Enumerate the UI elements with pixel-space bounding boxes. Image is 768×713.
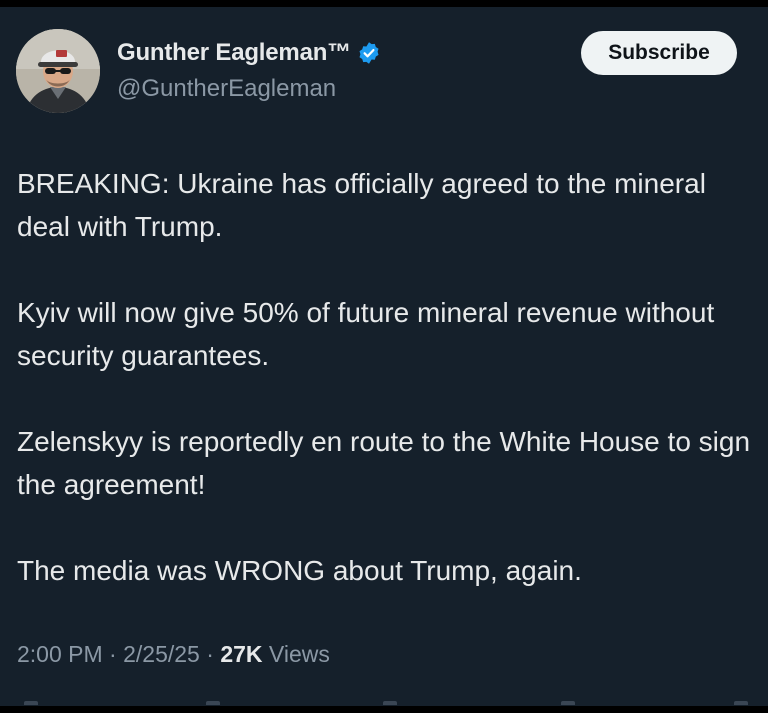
author-handle[interactable]: @GuntherEagleman bbox=[117, 75, 336, 103]
subscribe-button[interactable]: Subscribe bbox=[581, 31, 737, 75]
views-count: 27K bbox=[220, 641, 263, 667]
views-label: Views bbox=[262, 641, 330, 667]
repost-icon[interactable] bbox=[206, 701, 220, 705]
tweet-paragraph: Kyiv will now give 50% of future mineral… bbox=[17, 297, 715, 371]
reply-icon[interactable] bbox=[24, 701, 38, 705]
tweet-card: Gunther Eagleman™ @GuntherEagleman Subsc… bbox=[0, 7, 768, 706]
display-name[interactable]: Gunther Eagleman™ bbox=[117, 39, 351, 67]
tweet-paragraph: The media was WRONG about Trump, again. bbox=[17, 555, 582, 586]
meta-separator: · bbox=[102, 641, 124, 667]
tweet-paragraph: Zelenskyy is reportedly en route to the … bbox=[17, 426, 751, 500]
tweet-time[interactable]: 2:00 PM bbox=[17, 641, 103, 667]
tweet-text: BREAKING: Ukraine has officially agreed … bbox=[17, 162, 752, 592]
author-name-row[interactable]: Gunther Eagleman™ bbox=[117, 37, 381, 69]
bookmark-icon[interactable] bbox=[561, 701, 575, 705]
share-icon[interactable] bbox=[734, 701, 748, 705]
tweet-paragraph: BREAKING: Ukraine has officially agreed … bbox=[17, 168, 706, 242]
meta-separator: · bbox=[199, 641, 221, 667]
like-icon[interactable] bbox=[383, 701, 397, 705]
tweet-date[interactable]: 2/25/25 bbox=[123, 641, 200, 667]
avatar[interactable] bbox=[16, 29, 100, 113]
action-bar-edge bbox=[16, 701, 752, 706]
tweet-metadata: 2:00 PM · 2/25/25 · 27K Views bbox=[17, 641, 330, 668]
profile-photo bbox=[16, 29, 100, 113]
verified-badge-icon bbox=[357, 41, 381, 65]
